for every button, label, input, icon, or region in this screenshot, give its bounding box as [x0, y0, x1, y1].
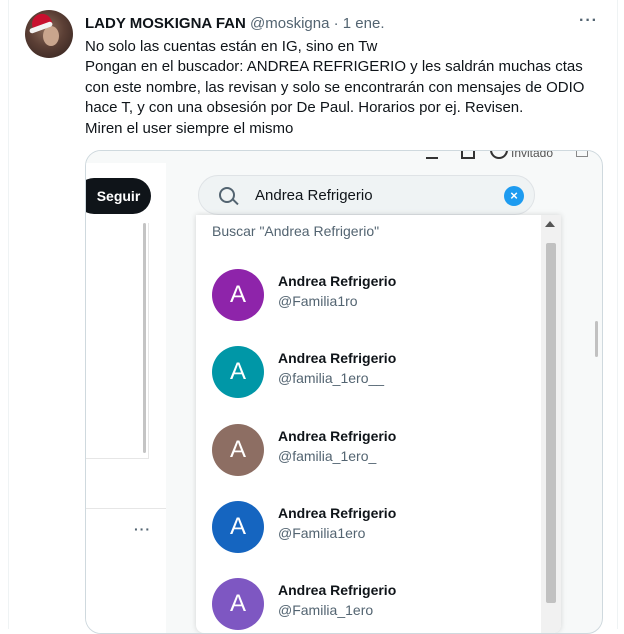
- tweet-line: con este nombre, las revisan y solo se e…: [85, 78, 585, 96]
- user-handle: @familia_1ero_: [278, 448, 377, 464]
- search-icon: [219, 187, 235, 203]
- avatar: A: [212, 346, 264, 398]
- search-input[interactable]: Andrea Refrigerio: [255, 187, 373, 204]
- user-name: Andrea Refrigerio: [278, 505, 397, 521]
- user-name: Andrea Refrigerio: [278, 273, 397, 289]
- search-dropdown: Buscar "Andrea Refrigerio" A Andrea Refr…: [196, 215, 561, 633]
- left-panel-box: [86, 223, 149, 459]
- list-item[interactable]: A Andrea Refrigerio @Familia1ro: [196, 269, 539, 346]
- left-scrollbar: [143, 223, 146, 453]
- search-suggestion[interactable]: Buscar "Andrea Refrigerio": [212, 223, 379, 239]
- user-name: Andrea Refrigerio: [278, 350, 397, 366]
- avatar: A: [212, 269, 264, 321]
- tweet-media-image[interactable]: Invitado Seguir ··· Andrea Refrigerio × …: [85, 150, 603, 634]
- cropped-toolbar: Invitado: [86, 151, 602, 163]
- user-name: Andrea Refrigerio: [278, 428, 397, 444]
- list-item[interactable]: A Andrea Refrigerio @Familia1ero: [196, 501, 539, 578]
- tweet: LADY MOSKIGNA FAN @moskigna · 1 ene. ···…: [8, 0, 618, 634]
- more-options-icon[interactable]: ···: [134, 521, 151, 537]
- cropped-icon: [461, 151, 475, 159]
- scroll-up-arrow-icon[interactable]: [545, 221, 555, 227]
- left-panel: Seguir ···: [86, 163, 166, 633]
- user-handle: @familia_1ero__: [278, 370, 385, 386]
- avatar: A: [212, 578, 264, 630]
- search-box[interactable]: Andrea Refrigerio ×: [198, 175, 535, 215]
- author-name[interactable]: LADY MOSKIGNA FAN: [85, 15, 246, 32]
- tweet-header: LADY MOSKIGNA FAN @moskigna · 1 ene.: [85, 14, 385, 34]
- author-handle[interactable]: @moskigna: [250, 15, 329, 32]
- avatar: A: [212, 501, 264, 553]
- avatar[interactable]: [25, 10, 73, 58]
- user-name: Andrea Refrigerio: [278, 582, 397, 598]
- follow-button[interactable]: Seguir: [86, 178, 151, 214]
- tweet-line: hace T, y con una obsesión por De Paul. …: [85, 99, 524, 117]
- more-options-icon[interactable]: ···: [579, 12, 598, 30]
- avatar: A: [212, 424, 264, 476]
- tweet-text: No solo las cuentas están en IG, sino en…: [85, 37, 605, 139]
- list-item[interactable]: A Andrea Refrigerio @Familia_1ero: [196, 578, 539, 633]
- dropdown-scrollbar[interactable]: [541, 215, 561, 633]
- cropped-icon: [426, 151, 438, 159]
- user-handle: @Familia_1ero: [278, 602, 374, 618]
- page-scrollbar-thumb[interactable]: [595, 321, 598, 357]
- list-item[interactable]: A Andrea Refrigerio @familia_1ero__: [196, 346, 539, 423]
- close-icon: [576, 151, 588, 157]
- separator-dot: ·: [333, 15, 339, 32]
- guest-label: Invitado: [511, 150, 554, 160]
- user-handle: @Familia1ro: [278, 293, 358, 309]
- scrollbar-thumb[interactable]: [546, 243, 556, 603]
- user-icon: [490, 151, 508, 159]
- tweet-line: Miren el user siempre el mismo: [85, 119, 294, 137]
- user-handle: @Familia1ero: [278, 525, 366, 541]
- tweet-line: Pongan en el buscador: ANDREA REFRIGERIO…: [85, 58, 583, 76]
- divider: [86, 508, 166, 509]
- tweet-line: No solo las cuentas están en IG, sino en…: [85, 38, 378, 55]
- list-item[interactable]: A Andrea Refrigerio @familia_1ero_: [196, 424, 539, 501]
- tweet-date[interactable]: 1 ene.: [343, 15, 385, 32]
- avatar-face: [43, 26, 59, 46]
- clear-search-icon[interactable]: ×: [504, 186, 524, 206]
